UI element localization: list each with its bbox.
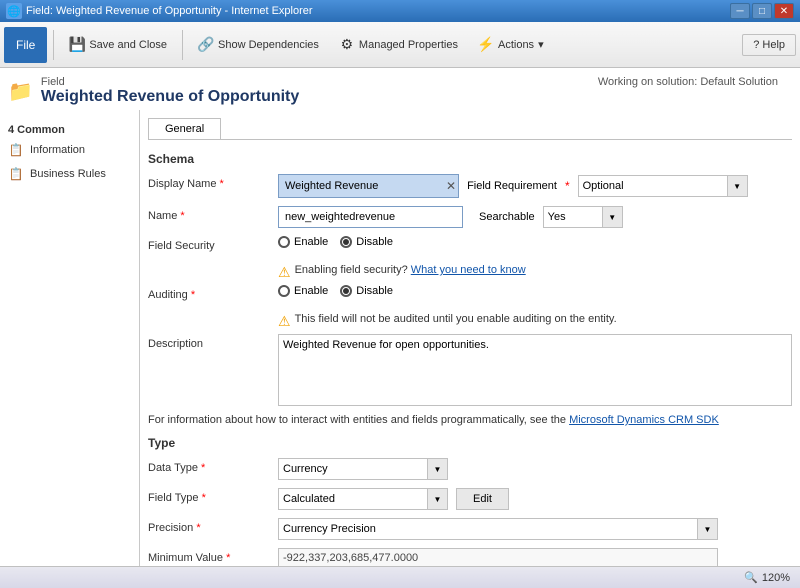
auditing-enable-radio[interactable]: Enable [278,285,328,297]
searchable-label: Searchable [479,211,535,223]
description-label: Description [148,334,278,350]
name-label: Name * [148,206,278,222]
field-type-select[interactable]: Calculated [278,488,428,510]
audit-warning-icon: ⚠ [278,313,291,330]
auditing-label: Auditing * [148,285,278,301]
tab-bar: General [148,118,792,140]
entity-name-label: Weighted Revenue of Opportunity [41,88,299,106]
precision-select[interactable]: Currency Precision [278,518,698,540]
type-section-label: Type [148,436,792,450]
page-header: 📁 Field Weighted Revenue of Opportunity … [0,68,800,110]
precision-row: Precision * Currency Precision ▼ [148,518,792,540]
maximize-btn[interactable]: □ [752,3,772,19]
minimum-value-input[interactable] [278,548,718,566]
zoom-level: 120% [762,572,790,584]
separator-1 [53,30,54,60]
data-type-dropdown-btn[interactable]: ▼ [428,458,448,480]
content-area: General Schema Display Name * ✕ Field Re… [140,110,800,566]
searchable-select[interactable]: Yes [543,206,603,228]
field-icon: 📁 [8,79,33,104]
file-button[interactable]: File [4,27,47,63]
properties-icon: ⚙ [339,37,355,53]
auditing-disable-radio[interactable]: Disable [340,285,393,297]
working-on-label: Working on solution: Default Solution [598,76,788,88]
data-type-select[interactable]: Currency [278,458,428,480]
title-bar: 🌐 Field: Weighted Revenue of Opportunity… [0,0,800,22]
precision-dropdown-btn[interactable]: ▼ [698,518,718,540]
actions-button[interactable]: ⚡ Actions ▾ [469,28,553,62]
data-type-label: Data Type * [148,458,278,474]
audit-warning-text: This field will not be audited until you… [295,313,617,325]
toolbar: File 💾 Save and Close 🔗 Show Dependencie… [0,22,800,68]
sidebar-item-business-rules[interactable]: 📋 Business Rules [0,162,139,186]
zoom-area: 🔍 120% [744,571,790,584]
field-requirement-select[interactable]: Optional [578,175,728,197]
window-title: Field: Weighted Revenue of Opportunity -… [26,5,313,17]
auditing-radio-group: Enable Disable [278,285,393,297]
display-name-input[interactable] [279,175,444,197]
schema-section-label: Schema [148,152,792,166]
description-row: Description Weighted Revenue for open op… [148,334,792,406]
minimum-value-label: Minimum Value * [148,548,278,564]
minimize-btn[interactable]: ─ [730,3,750,19]
warning-link[interactable]: What you need to know [411,264,526,276]
sidebar-item-label-business-rules: Business Rules [30,168,106,180]
auditing-row: Auditing * Enable Disable [148,285,792,301]
field-security-row: Field Security Enable Disable [148,236,792,252]
actions-icon: ⚡ [478,37,494,53]
managed-properties-button[interactable]: ⚙ Managed Properties [330,28,467,62]
field-security-enable-radio[interactable]: Enable [278,236,328,248]
close-btn[interactable]: ✕ [774,3,794,19]
separator-2 [182,30,183,60]
ie-icon: 🌐 [6,3,22,19]
sidebar-item-information[interactable]: 📋 Information [0,138,139,162]
sidebar-section-title: 4 Common [0,118,139,138]
field-type-dropdown-btn[interactable]: ▼ [428,488,448,510]
minimum-value-row: Minimum Value * [148,548,792,566]
description-textarea[interactable]: Weighted Revenue for open opportunities. [278,334,792,406]
info-text: For information about how to interact wi… [148,414,792,426]
business-rules-icon: 📋 [8,166,24,182]
sdk-link[interactable]: Microsoft Dynamics CRM SDK [569,414,719,426]
precision-label: Precision * [148,518,278,534]
save-icon: 💾 [69,37,85,53]
name-input[interactable] [278,206,463,228]
edit-button[interactable]: Edit [456,488,509,510]
show-dependencies-button[interactable]: 🔗 Show Dependencies [189,28,328,62]
display-name-clear-btn[interactable]: ✕ [444,179,458,193]
field-requirement-label: Field Requirement [467,180,557,192]
field-security-disable-radio[interactable]: Disable [340,236,393,248]
sidebar-item-label-information: Information [30,144,85,156]
field-type-row: Field Type * Calculated ▼ Edit [148,488,792,510]
zoom-icon: 🔍 [744,571,758,584]
tab-general[interactable]: General [148,118,221,139]
status-bar: 🔍 120% [0,566,800,588]
field-security-warning: ⚠ Enabling field security? What you need… [278,260,792,285]
field-requirement-dropdown-btn[interactable]: ▼ [728,175,748,197]
sidebar: 4 Common 📋 Information 📋 Business Rules [0,110,140,566]
field-type-label: Field Type * [148,488,278,504]
help-button[interactable]: ? Help [742,34,796,56]
data-type-row: Data Type * Currency ▼ [148,458,792,480]
audit-warning: ⚠ This field will not be audited until y… [278,309,792,334]
warning-icon: ⚠ [278,264,291,281]
information-icon: 📋 [8,142,24,158]
field-security-radio-group: Enable Disable [278,236,393,248]
name-row: Name * Searchable Yes ▼ [148,206,792,228]
display-name-row: Display Name * ✕ Field Requirement * Opt… [148,174,792,198]
display-name-label: Display Name * [148,174,278,190]
searchable-dropdown-btn[interactable]: ▼ [603,206,623,228]
field-security-label: Field Security [148,236,278,252]
dependencies-icon: 🔗 [198,37,214,53]
save-close-button[interactable]: 💾 Save and Close [60,28,176,62]
main-area: 4 Common 📋 Information 📋 Business Rules … [0,110,800,566]
entity-type-label: Field [41,76,299,88]
